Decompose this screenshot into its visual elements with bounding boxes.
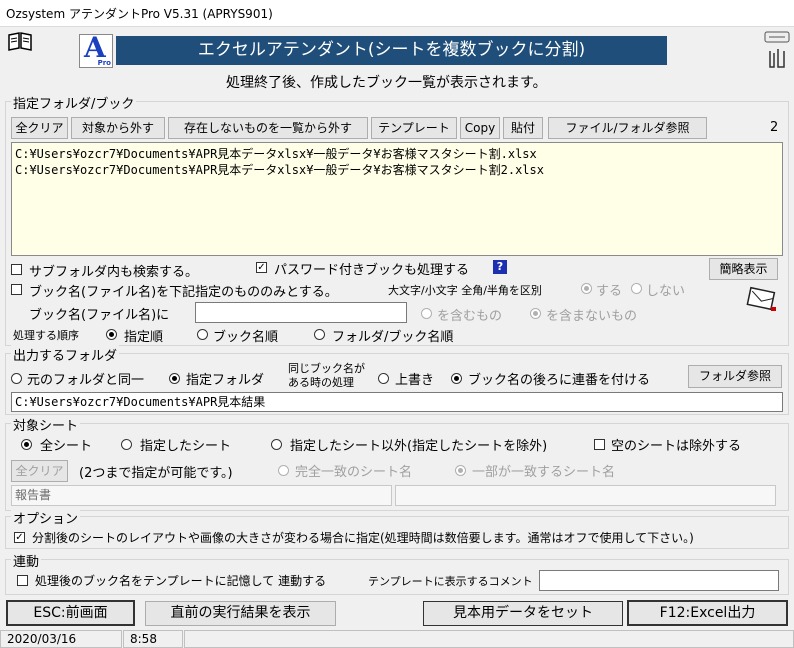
password-books-checkbox[interactable]: ✓ [256, 262, 267, 273]
sheet-all-radio[interactable] [21, 439, 32, 450]
book-name-filter-checkbox[interactable] [11, 284, 22, 295]
sheet-name-input-2[interactable] [395, 485, 776, 506]
search-subfolders-checkbox[interactable] [11, 264, 22, 275]
partial-match-radio[interactable] [455, 465, 466, 476]
output-same-radio[interactable] [11, 373, 22, 384]
sheet-specified-radio[interactable] [121, 439, 132, 450]
case-sensitive-label: 大文字/小文字 全角/半角を区別 [388, 284, 542, 297]
sheet-except-label: 指定したシート以外(指定したシートを除外) [290, 439, 548, 454]
options-label: オプション [11, 508, 81, 527]
simple-view-button[interactable]: 簡略表示 [709, 258, 778, 280]
envelope-icon[interactable] [746, 285, 778, 313]
book-name-filter-label: ブック名(ファイル名)を下記指定のもののみとする。 [29, 285, 338, 300]
case-yes-label: する [596, 284, 623, 299]
exclude-empty-label: 空のシートは除外する [611, 439, 742, 454]
layout-change-label: 分割後のシートのレイアウトや画像の大きさが変わる場合に指定(処理時間は数倍要しま… [32, 531, 694, 545]
paperclip-icon[interactable] [764, 45, 790, 71]
remember-checkbox[interactable] [17, 575, 28, 586]
manual-book-icon[interactable] [7, 31, 33, 51]
sheet-all-label: 全シート [40, 439, 93, 454]
set-sample-data-button[interactable]: 見本用データをセット [423, 601, 623, 626]
target-sheet-label: 対象シート [11, 415, 81, 434]
order-specified-label: 指定順 [124, 330, 164, 345]
sheet-name-input-1[interactable]: 報告書 [11, 485, 392, 506]
help-icon[interactable]: ? [493, 260, 507, 274]
output-specified-label: 指定フォルダ [186, 373, 265, 388]
help-mark: ? [496, 260, 504, 273]
contains-radio[interactable] [421, 308, 432, 319]
banner-title: エクセルアテンダント(シートを複数ブックに分割) [197, 40, 586, 60]
sheet-clear-all-button[interactable]: 全クリア [11, 460, 68, 482]
sheet-note: (2つまで指定が可能です。) [79, 466, 233, 481]
template-button[interactable]: テンプレート [371, 117, 457, 139]
exclude-empty-checkbox[interactable] [594, 439, 605, 450]
f12-excel-output-button[interactable]: F12:Excel出力 [627, 600, 788, 626]
order-book-radio[interactable] [197, 329, 208, 340]
file-list[interactable]: C:¥Users¥ozcr7¥Documents¥APR見本データxlsx¥一般… [11, 142, 783, 256]
output-path-input[interactable]: C:¥Users¥ozcr7¥Documents¥APR見本結果 [11, 392, 783, 412]
folder-book-label: 指定フォルダ/ブック [11, 93, 137, 112]
output-folder-label: 出力するフォルダ [11, 345, 120, 364]
password-books-label: パスワード付きブックも処理する [274, 263, 470, 278]
book-name-input[interactable] [195, 302, 407, 323]
file-list-item[interactable]: C:¥Users¥ozcr7¥Documents¥APR見本データxlsx¥一般… [15, 161, 544, 178]
exact-match-radio[interactable] [278, 465, 289, 476]
paste-button[interactable]: 貼付 [503, 117, 543, 139]
order-folder-book-radio[interactable] [314, 329, 325, 340]
case-no-label: しない [646, 284, 686, 299]
same-name-label-2: ある時の処理 [288, 376, 354, 389]
contains-label: を含むもの [437, 309, 503, 324]
partial-match-label: 一部が一致するシート名 [472, 465, 616, 480]
status-time: 8:58 [123, 630, 183, 648]
sheet-specified-label: 指定したシート [140, 439, 232, 454]
remember-label: 処理後のブック名をテンプレートに記憶して 連動する [35, 574, 327, 588]
layout-change-checkbox[interactable]: ✓ [14, 532, 25, 543]
subtitle: 処理終了後、作成したブック一覧が表示されます。 [226, 75, 547, 91]
window-title: Ozsystem アテンダントPro V5.31 (APRYS901) [6, 7, 273, 21]
title-bar: Ozsystem アテンダントPro V5.31 (APRYS901) [0, 0, 794, 27]
exact-match-label: 完全一致のシート名 [295, 465, 413, 480]
book-name-prefix-label: ブック名(ファイル名)に [29, 308, 170, 323]
file-folder-browse-button[interactable]: ファイル/フォルダ参照 [548, 117, 707, 139]
comment-label: テンプレートに表示するコメント [368, 575, 533, 588]
overwrite-label: 上書き [395, 373, 435, 388]
order-label: 処理する順序 [13, 329, 79, 342]
logo-subtext: Pro [97, 59, 111, 67]
link-label: 連動 [11, 551, 42, 570]
clear-all-button[interactable]: 全クリア [11, 117, 68, 139]
sequence-radio[interactable] [451, 373, 462, 384]
window-panel-icon[interactable] [763, 30, 791, 44]
file-count: 2 [770, 120, 779, 135]
remove-button[interactable]: 対象から外す [71, 117, 165, 139]
esc-back-button[interactable]: ESC:前画面 [6, 600, 135, 626]
case-yes-radio[interactable] [581, 283, 592, 294]
status-date: 2020/03/16 [0, 630, 122, 648]
order-specified-radio[interactable] [106, 329, 117, 340]
banner: エクセルアテンダント(シートを複数ブックに分割) [116, 36, 667, 65]
status-empty [184, 630, 794, 648]
copy-button[interactable]: Copy [460, 117, 500, 139]
show-last-result-button[interactable]: 直前の実行結果を表示 [145, 601, 336, 626]
file-list-item[interactable]: C:¥Users¥ozcr7¥Documents¥APR見本データxlsx¥一般… [15, 145, 537, 162]
not-contains-label: を含まないもの [546, 309, 638, 324]
overwrite-radio[interactable] [378, 373, 389, 384]
sheet-except-radio[interactable] [271, 439, 282, 450]
order-book-label: ブック名順 [213, 330, 279, 345]
case-no-radio[interactable] [631, 283, 642, 294]
not-contains-radio[interactable] [530, 308, 541, 319]
remove-missing-button[interactable]: 存在しないものを一覧から外す [168, 117, 368, 139]
output-specified-radio[interactable] [169, 373, 180, 384]
folder-browse-button[interactable]: フォルダ参照 [688, 365, 782, 388]
comment-input[interactable] [539, 570, 779, 591]
order-folder-book-label: フォルダ/ブック名順 [332, 330, 454, 345]
app-logo: A Pro [79, 31, 113, 68]
search-subfolders-label: サブフォルダ内も検索する。 [29, 265, 199, 280]
output-same-label: 元のフォルダと同一 [27, 373, 145, 388]
sequence-label: ブック名の後ろに連番を付ける [468, 373, 651, 388]
